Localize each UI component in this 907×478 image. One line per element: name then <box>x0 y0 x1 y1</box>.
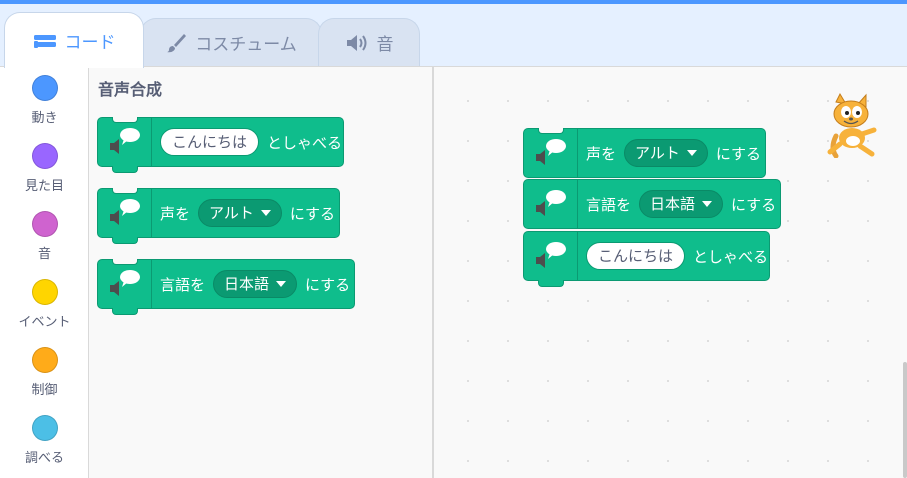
workspace-block-set-language[interactable]: 言語を 日本語 にする <box>523 179 781 229</box>
category-control-dot <box>31 347 58 373</box>
text-to-speech-icon <box>524 129 578 177</box>
ws-set-language-suffix-label: にする <box>731 195 777 214</box>
block-tab <box>112 166 138 173</box>
category-motion[interactable]: 動き <box>0 67 89 131</box>
ws-set-voice-prefix-label: 声を <box>586 144 617 163</box>
category-sensing-label: 調べる <box>24 451 64 466</box>
block-tab <box>538 280 564 287</box>
text-to-speech-icon <box>98 118 152 166</box>
tab-costumes-label: コスチューム <box>195 35 297 55</box>
palette-block-set-voice[interactable]: 声を アルト にする <box>97 188 340 244</box>
text-to-speech-icon <box>524 180 578 228</box>
chevron-down-icon <box>702 201 713 207</box>
block-notch <box>538 128 564 134</box>
top-accent-bar <box>0 0 907 4</box>
category-looks-dot <box>31 143 58 169</box>
category-sound[interactable]: 音 <box>0 203 89 267</box>
set-voice-prefix-label: 声を <box>160 204 191 223</box>
speak-suffix-label: としゃべる <box>267 133 343 152</box>
voice-dropdown-value: アルト <box>209 204 254 222</box>
tab-costumes[interactable]: コスチューム <box>140 18 322 66</box>
tab-code-label: コード <box>64 33 116 53</box>
block-tab <box>112 237 138 244</box>
palette-block-set-language[interactable]: 言語を 日本語 にする <box>97 259 355 315</box>
chevron-down-icon <box>260 210 271 216</box>
category-events-label: イベント <box>18 315 71 330</box>
ws-language-dropdown-value: 日本語 <box>650 195 696 213</box>
set-language-prefix-label: 言語を <box>160 275 206 294</box>
brush-icon <box>165 32 187 54</box>
block-tab <box>112 308 138 315</box>
category-sensing[interactable]: 調べる <box>0 407 89 471</box>
category-events-dot <box>31 279 58 305</box>
ws-speak-suffix-label: としゃべる <box>693 247 769 266</box>
language-dropdown[interactable]: 日本語 <box>213 270 298 298</box>
category-sound-dot <box>31 211 58 237</box>
block-notch <box>112 117 138 123</box>
category-control-label: 制御 <box>31 383 58 398</box>
category-events[interactable]: イベント <box>0 271 89 335</box>
ws-speak-text-input[interactable]: こんにちは <box>586 242 686 270</box>
text-to-speech-icon <box>98 189 152 237</box>
category-control[interactable]: 制御 <box>0 339 89 403</box>
language-dropdown-value: 日本語 <box>224 275 270 293</box>
category-looks-label: 見た目 <box>24 179 64 194</box>
ws-voice-dropdown-value: アルト <box>635 144 680 162</box>
speak-text-input[interactable]: こんにちは <box>160 128 260 156</box>
block-notch <box>112 259 138 265</box>
category-menu: 動き 見た目 音 イベント 制御 調べる <box>0 66 89 478</box>
ws-voice-dropdown[interactable]: アルト <box>624 139 708 167</box>
tab-sounds[interactable]: 音 <box>318 18 420 66</box>
category-motion-dot <box>31 75 58 101</box>
category-sensing-dot <box>31 415 58 441</box>
workspace-scrollbar[interactable] <box>903 362 907 478</box>
ws-set-voice-suffix-label: にする <box>715 144 762 163</box>
category-motion-label: 動き <box>31 111 58 126</box>
tab-code[interactable]: コード <box>4 12 144 68</box>
chevron-down-icon <box>276 281 287 287</box>
tab-sounds-label: 音 <box>376 35 394 55</box>
set-voice-suffix-label: にする <box>289 204 336 223</box>
sprite-cat-icon <box>822 92 880 159</box>
speaker-icon <box>345 33 369 53</box>
text-to-speech-icon <box>98 260 152 308</box>
workspace-block-speak[interactable]: こんにちは としゃべる <box>523 231 770 287</box>
text-to-speech-icon <box>524 232 578 280</box>
palette-block-speak[interactable]: こんにちは としゃべる <box>97 117 344 173</box>
ws-set-language-prefix-label: 言語を <box>586 195 632 214</box>
category-sound-label: 音 <box>37 247 51 262</box>
palette-section-title: 音声合成 <box>98 80 163 99</box>
chevron-down-icon <box>686 150 697 156</box>
ws-language-dropdown[interactable]: 日本語 <box>639 190 724 218</box>
workspace-block-set-voice[interactable]: 声を アルト にする <box>523 128 766 178</box>
code-icon <box>33 32 57 50</box>
set-language-suffix-label: にする <box>305 275 351 294</box>
voice-dropdown[interactable]: アルト <box>198 199 282 227</box>
block-notch <box>112 188 138 194</box>
category-looks[interactable]: 見た目 <box>0 135 89 199</box>
